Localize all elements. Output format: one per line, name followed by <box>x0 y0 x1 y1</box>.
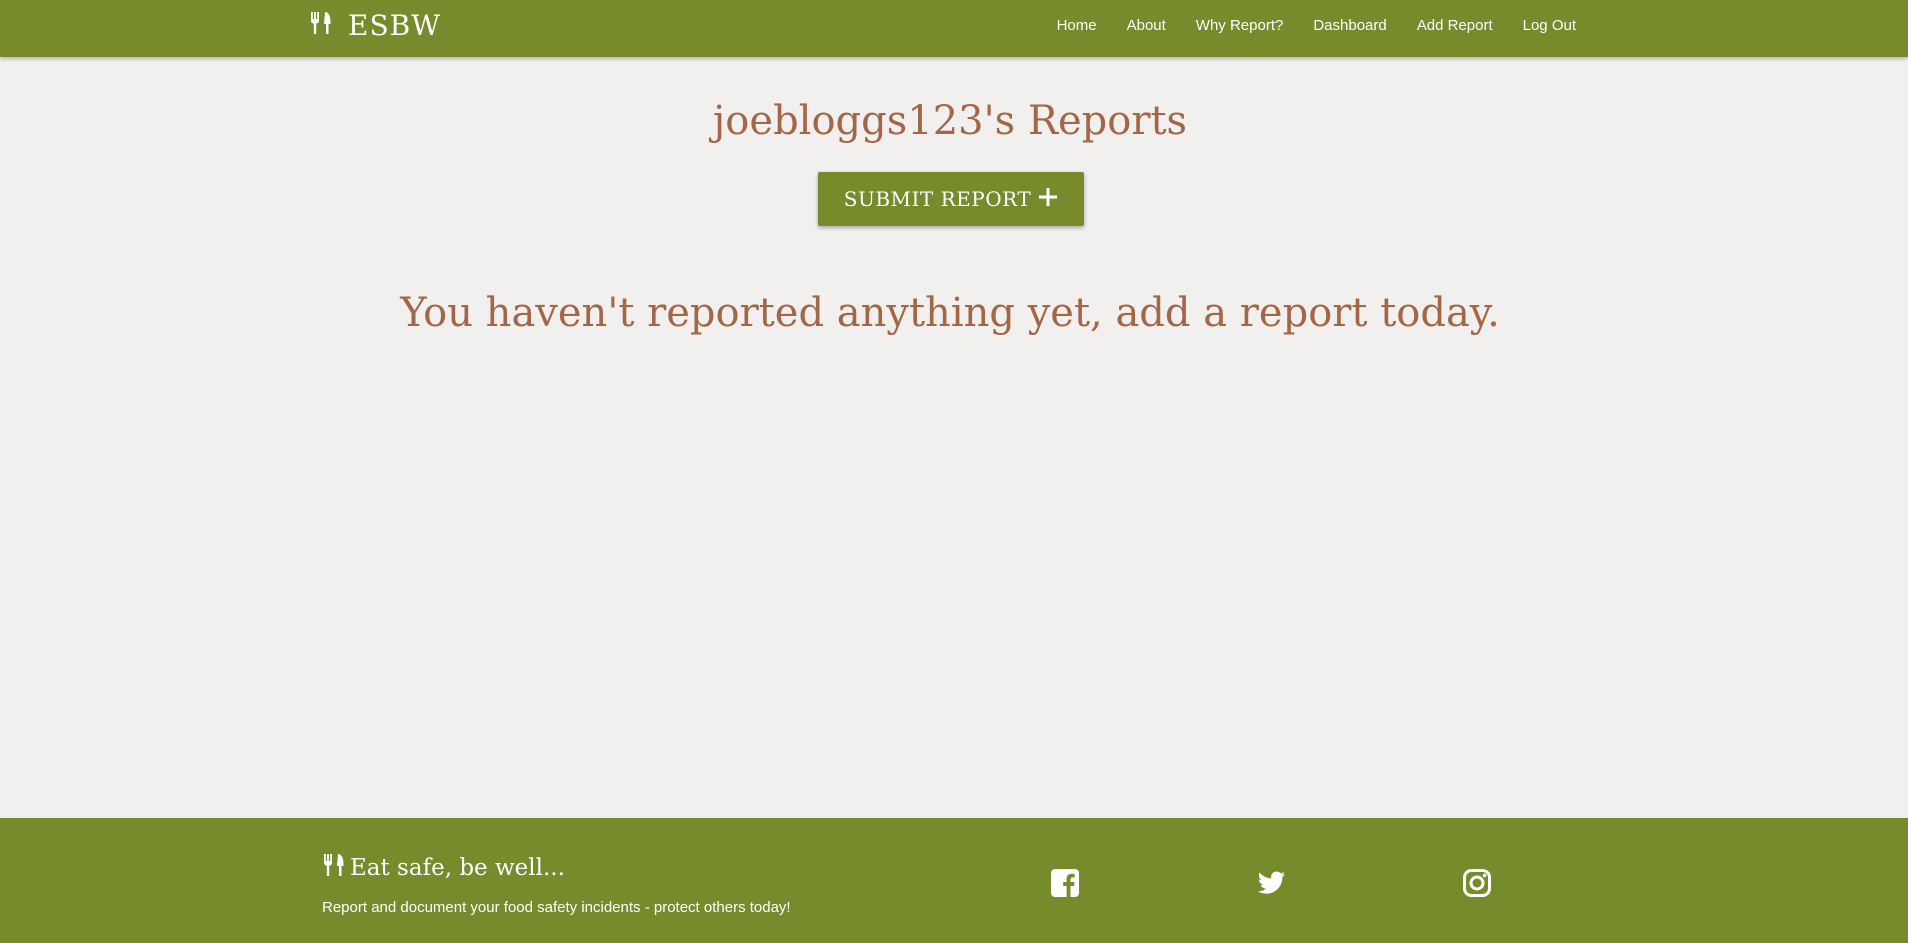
footer-tagline: Eat safe, be well... <box>350 854 565 881</box>
utensils-icon <box>309 11 333 40</box>
submit-report-button[interactable]: SUBMIT REPORT <box>818 172 1084 226</box>
footer: Eat safe, be well... Report and document… <box>0 818 1908 943</box>
nav-add-report[interactable]: Add Report <box>1417 17 1493 34</box>
nav-dashboard[interactable]: Dashboard <box>1313 17 1386 34</box>
footer-description: Report and document your food safety inc… <box>322 899 791 916</box>
empty-state-message: You haven't reported anything yet, add a… <box>400 290 1500 336</box>
brand-logo[interactable]: ESBW <box>309 0 441 50</box>
instagram-icon[interactable] <box>1461 867 1493 899</box>
twitter-icon[interactable] <box>1255 867 1287 899</box>
utensils-icon <box>322 852 346 883</box>
nav-home[interactable]: Home <box>1057 17 1097 34</box>
nav-links: Home About Why Report? Dashboard Add Rep… <box>1057 0 1576 50</box>
brand-name: ESBW <box>348 8 441 42</box>
facebook-icon[interactable] <box>1049 867 1081 899</box>
nav-about[interactable]: About <box>1127 17 1166 34</box>
nav-log-out[interactable]: Log Out <box>1523 17 1576 34</box>
submit-report-label: SUBMIT REPORT <box>843 187 1032 211</box>
plus-icon <box>1038 187 1058 212</box>
navbar: ESBW Home About Why Report? Dashboard Ad… <box>0 0 1908 57</box>
nav-why-report[interactable]: Why Report? <box>1196 17 1284 34</box>
page-title: joebloggs123's Reports <box>712 98 1188 144</box>
footer-brand: Eat safe, be well... <box>322 852 565 883</box>
